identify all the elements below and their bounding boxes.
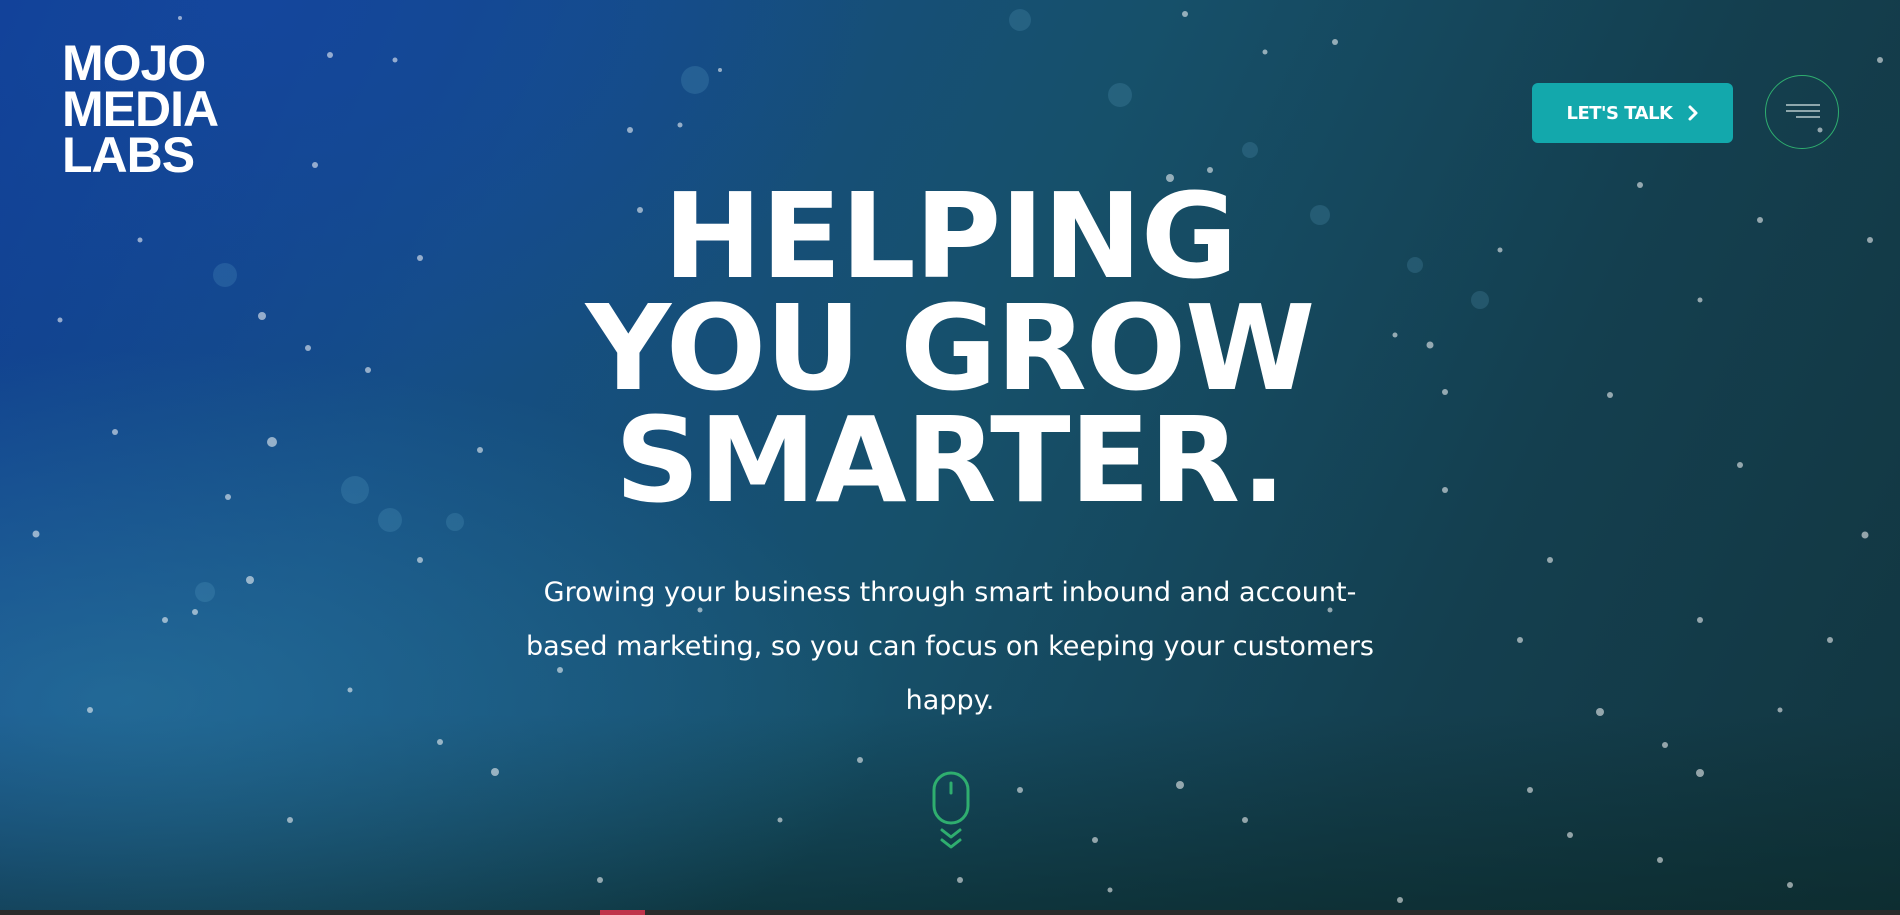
headline-line-2: YOU GROW (585, 279, 1316, 417)
logo-line-2: MEDIA (62, 81, 219, 137)
lets-talk-label: LET'S TALK (1566, 102, 1673, 124)
hero-subtitle: Growing your business through smart inbo… (526, 577, 1374, 716)
logo-line-3: LABS (62, 127, 195, 183)
mojo-media-labs-logo[interactable]: MOJO MEDIA LABS (62, 35, 247, 183)
menu-button[interactable] (1765, 75, 1839, 149)
hamburger-menu-icon (1786, 104, 1820, 118)
bottom-bar (0, 910, 1900, 915)
headline-line-1: HELPING (663, 167, 1238, 305)
headline-line-3: SMARTER. (614, 391, 1286, 529)
bottom-bar-accent (600, 910, 645, 915)
hero-section: MOJO MEDIA LABS LET'S TALK HELPING YOU G… (0, 0, 1900, 915)
hero-headline: HELPING YOU GROW SMARTER. (500, 167, 1400, 529)
chevron-right-icon (1688, 105, 1697, 121)
mouse-scroll-down-icon[interactable] (931, 770, 971, 852)
lets-talk-button[interactable]: LET'S TALK (1532, 83, 1733, 143)
logo-line-1: MOJO (62, 35, 206, 91)
